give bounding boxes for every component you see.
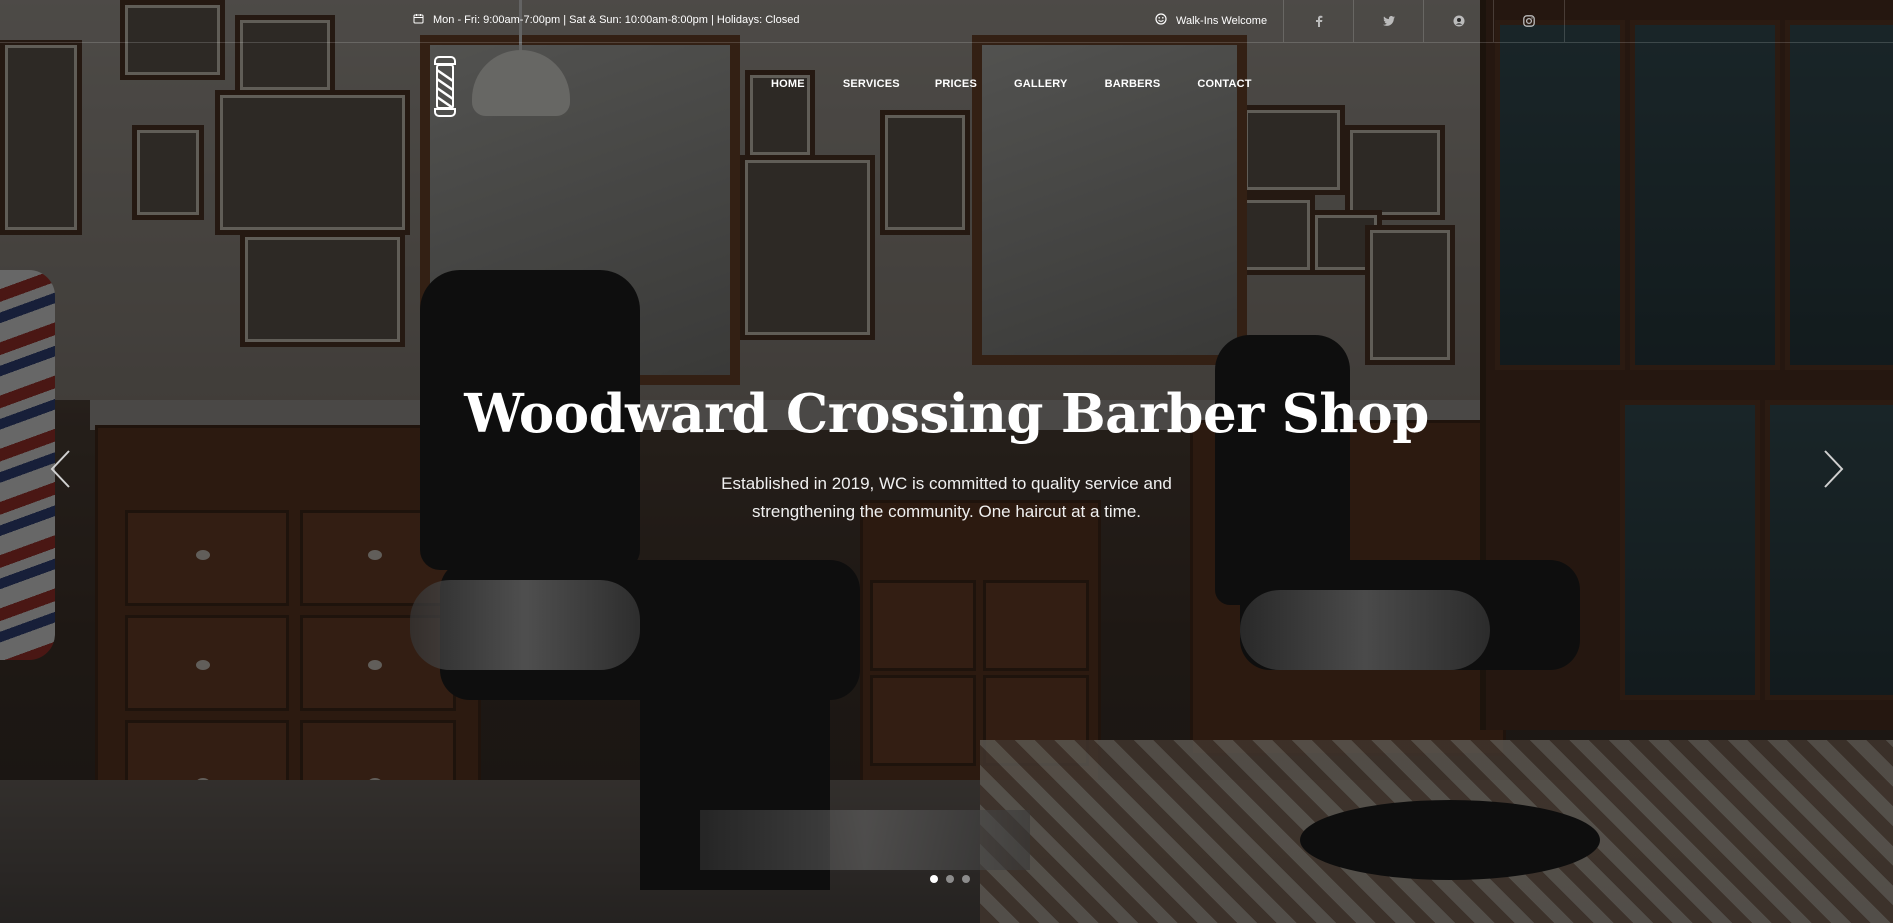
nav-contact[interactable]: CONTACT (1197, 78, 1251, 90)
walk-ins-text: Walk-Ins Welcome (1176, 14, 1268, 27)
nav-gallery[interactable]: GALLERY (1014, 78, 1068, 90)
hero-subtitle: Established in 2019, WC is committed to … (0, 470, 1893, 526)
yelp-icon[interactable] (1423, 0, 1494, 42)
hero-subtitle-line-1: Established in 2019, WC is committed to … (721, 474, 1172, 493)
dark-overlay (0, 0, 1893, 923)
hero-subtitle-line-2: strengthening the community. One haircut… (752, 502, 1141, 521)
facebook-icon[interactable] (1283, 0, 1354, 42)
opening-hours: Mon - Fri: 9:00am-7:00pm | Sat & Sun: 10… (413, 13, 799, 27)
nav-barbers[interactable]: BARBERS (1105, 78, 1161, 90)
chevron-left-icon[interactable] (48, 448, 72, 490)
twitter-icon[interactable] (1353, 0, 1424, 42)
chevron-right-icon[interactable] (1822, 448, 1846, 490)
slider-pagination (930, 875, 970, 883)
nav-home[interactable]: HOME (771, 78, 805, 90)
smile-icon (1155, 13, 1167, 28)
barber-pole-icon[interactable] (430, 55, 460, 118)
opening-hours-text: Mon - Fri: 9:00am-7:00pm | Sat & Sun: 10… (433, 14, 800, 26)
nav-services[interactable]: SERVICES (843, 78, 900, 90)
walk-ins-notice: Walk-Ins Welcome (1155, 13, 1267, 28)
nav-prices[interactable]: PRICES (935, 78, 977, 90)
hero-background (0, 0, 1893, 923)
instagram-icon[interactable] (1493, 0, 1565, 42)
slider-dot[interactable] (930, 875, 938, 883)
top-bar: Mon - Fri: 9:00am-7:00pm | Sat & Sun: 10… (0, 0, 1893, 43)
slider-dot[interactable] (962, 875, 970, 883)
calendar-icon (413, 13, 424, 27)
main-navigation: HOME SERVICES PRICES GALLERY BARBERS CON… (750, 78, 1289, 90)
slider-dot[interactable] (946, 875, 954, 883)
hero-title: Woodward Crossing Barber Shop (464, 383, 1429, 445)
